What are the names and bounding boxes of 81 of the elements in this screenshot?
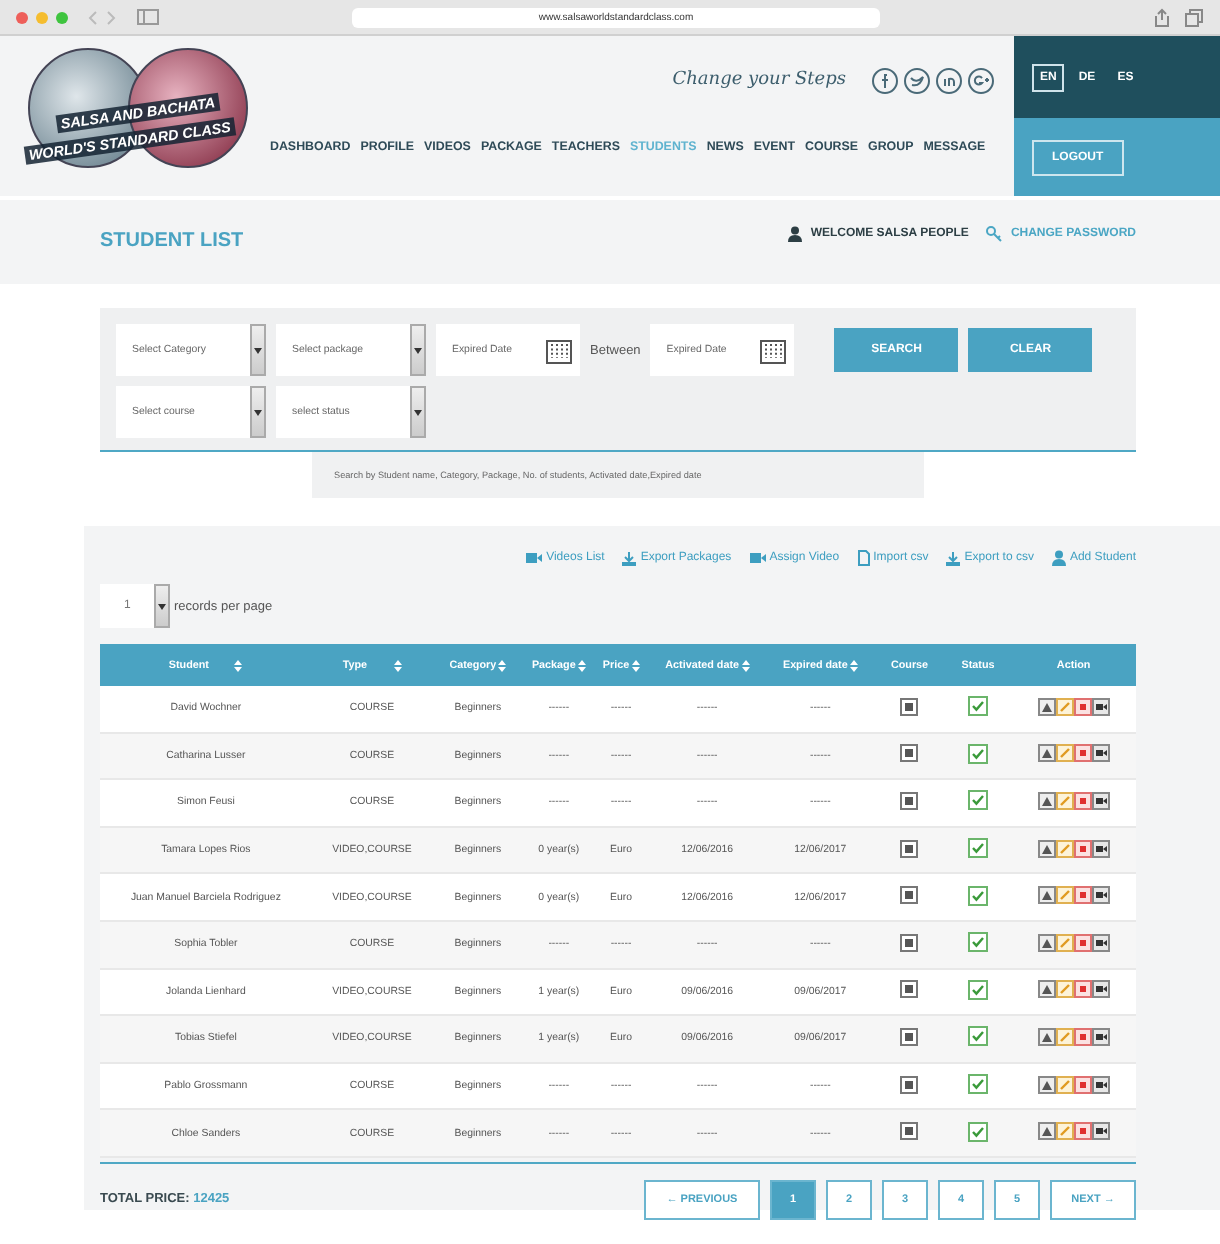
camera-icon[interactable] [1091, 1122, 1110, 1141]
page-title: STUDENT LIST [100, 229, 244, 251]
delete-icon[interactable] [1073, 791, 1092, 810]
status-checkbox[interactable] [968, 885, 989, 906]
status-checkbox[interactable] [968, 1121, 989, 1142]
status-checkbox[interactable] [968, 1026, 989, 1047]
course-icon[interactable] [900, 1122, 919, 1141]
delete-icon[interactable] [1073, 839, 1092, 858]
facebook-icon[interactable] [872, 67, 898, 93]
delete-icon[interactable] [1073, 886, 1092, 905]
status-checkbox[interactable] [968, 838, 989, 859]
camera-icon[interactable] [1091, 697, 1110, 716]
caret-icon [414, 409, 422, 415]
delete-icon[interactable] [1073, 1075, 1092, 1094]
status-checkbox[interactable] [968, 1074, 989, 1095]
tagline: Change your Steps [672, 70, 846, 90]
file-icon [857, 550, 870, 566]
pencil-icon[interactable] [1055, 1027, 1074, 1046]
camera-icon[interactable] [1091, 1075, 1110, 1094]
sort-icon[interactable] [741, 659, 750, 671]
camera-icon[interactable] [1091, 744, 1110, 763]
minimize-dot[interactable] [36, 11, 48, 23]
key-icon [986, 226, 1003, 242]
pencil-icon[interactable] [1055, 886, 1074, 905]
pencil-icon[interactable] [1055, 1122, 1074, 1141]
delete-icon[interactable] [1073, 980, 1092, 999]
delete-icon[interactable] [1073, 1122, 1092, 1141]
delete-icon[interactable] [1073, 1027, 1092, 1046]
tabs-icon[interactable] [1184, 7, 1204, 27]
maximize-dot[interactable] [56, 11, 68, 23]
sort-icon[interactable] [577, 659, 586, 671]
camera-icon [526, 552, 543, 564]
status-checkbox[interactable] [968, 932, 989, 953]
status-checkbox[interactable] [968, 696, 989, 717]
sort-icon[interactable] [498, 659, 507, 671]
pencil-icon[interactable] [1055, 791, 1074, 810]
pencil-icon[interactable] [1055, 1075, 1074, 1094]
course-icon[interactable] [900, 697, 919, 716]
download-icon [946, 551, 961, 565]
linkedin-icon[interactable] [936, 67, 962, 93]
twitter-icon[interactable] [904, 67, 930, 93]
status-checkbox[interactable] [968, 743, 989, 764]
camera-icon[interactable] [1091, 839, 1110, 858]
camera-icon[interactable] [1091, 980, 1110, 999]
caret-icon [254, 409, 262, 415]
camera-icon[interactable] [1091, 1027, 1110, 1046]
camera-icon[interactable] [1091, 791, 1110, 810]
close-dot[interactable] [16, 11, 28, 23]
course-icon[interactable] [900, 980, 919, 999]
pencil-icon[interactable] [1055, 980, 1074, 999]
pencil-icon[interactable] [1055, 839, 1074, 858]
status-checkbox[interactable] [968, 979, 989, 1000]
download-icon [622, 551, 637, 565]
caret-icon [414, 347, 422, 353]
camera-icon[interactable] [1091, 933, 1110, 952]
camera-icon[interactable] [1091, 886, 1110, 905]
status-checkbox[interactable] [968, 790, 989, 811]
sort-icon[interactable] [234, 659, 243, 671]
sort-icon[interactable] [631, 659, 640, 671]
google-plus-icon[interactable] [968, 67, 994, 93]
course-icon[interactable] [900, 839, 919, 858]
calendar-icon[interactable] [760, 337, 787, 363]
pencil-icon[interactable] [1055, 933, 1074, 952]
course-icon[interactable] [900, 791, 919, 810]
sort-icon[interactable] [849, 659, 858, 671]
camera-icon [749, 552, 766, 564]
pencil-icon[interactable] [1055, 744, 1074, 763]
course-icon[interactable] [900, 1075, 919, 1094]
pencil-icon[interactable] [1055, 697, 1074, 716]
course-icon[interactable] [900, 744, 919, 763]
course-icon[interactable] [900, 933, 919, 952]
delete-icon[interactable] [1073, 697, 1092, 716]
caret-icon [254, 347, 262, 353]
course-icon[interactable] [900, 886, 919, 905]
course-icon[interactable] [900, 1027, 919, 1046]
delete-icon[interactable] [1073, 933, 1092, 952]
sort-icon[interactable] [393, 659, 402, 671]
calendar-icon[interactable] [546, 337, 572, 363]
caret-icon [158, 603, 166, 609]
delete-icon[interactable] [1073, 744, 1092, 763]
share-icon[interactable] [1152, 7, 1172, 27]
